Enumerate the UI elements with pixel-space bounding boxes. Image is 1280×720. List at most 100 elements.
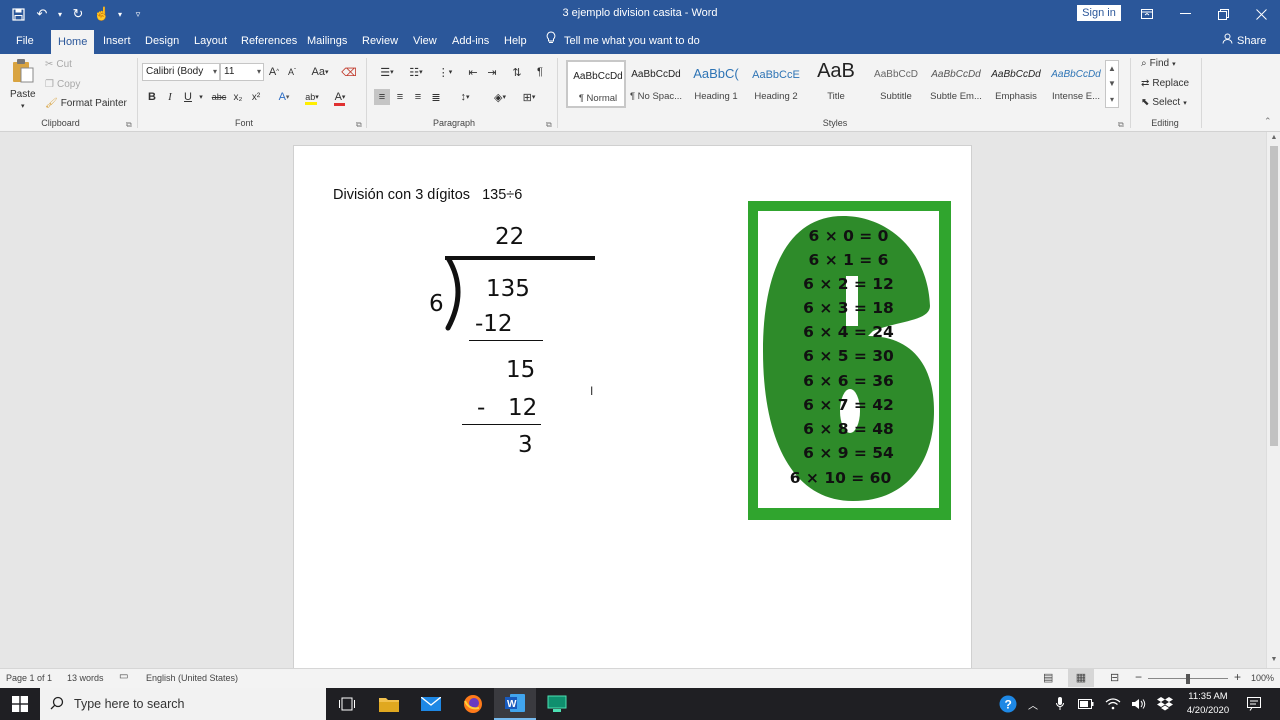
more-styles-icon[interactable]: ▾: [1110, 95, 1114, 104]
highlight-button[interactable]: ab ▾: [300, 89, 324, 105]
underline-dropdown-icon[interactable]: ▾: [196, 89, 206, 105]
style-normal[interactable]: AaBbCcDd ¶ Normal: [566, 60, 626, 108]
chevron-up-icon[interactable]: ︿: [1024, 688, 1042, 720]
volume-icon[interactable]: [1129, 688, 1149, 720]
share-button[interactable]: Share: [1222, 28, 1266, 54]
superscript-button[interactable]: x²: [248, 89, 264, 105]
microphone-icon[interactable]: [1050, 688, 1070, 720]
font-size-combo[interactable]: 11 ▾: [220, 63, 264, 81]
firefox-icon[interactable]: [452, 688, 494, 720]
tab-file[interactable]: File: [9, 28, 41, 54]
file-explorer-icon[interactable]: [368, 688, 410, 720]
system-clock[interactable]: 11:35 AM 4/20/2020: [1180, 690, 1236, 718]
tab-references[interactable]: References: [234, 28, 304, 54]
style-title[interactable]: AaB Title: [806, 60, 866, 108]
borders-button[interactable]: ⊞ ▾: [516, 89, 542, 105]
style-subtle-emphasis[interactable]: AaBbCcDd Subtle Em...: [926, 60, 986, 108]
tab-layout[interactable]: Layout: [187, 28, 234, 54]
styles-scrollbar[interactable]: ▲ ▼ ▾: [1105, 60, 1119, 108]
ribbon-display-options-icon[interactable]: [1128, 0, 1166, 28]
restore-icon[interactable]: [1204, 0, 1242, 28]
tab-insert[interactable]: Insert: [96, 28, 138, 54]
vertical-scrollbar[interactable]: ▲ ▼: [1266, 132, 1280, 668]
tab-view[interactable]: View: [406, 28, 444, 54]
scroll-down-icon[interactable]: ▼: [1267, 654, 1280, 666]
text-effects-button[interactable]: A ▾: [272, 89, 296, 105]
screen-recorder-icon[interactable]: [536, 688, 578, 720]
font-dialog-launcher-icon[interactable]: ⧉: [356, 120, 362, 130]
justify-icon[interactable]: ≣: [428, 89, 444, 105]
find-button[interactable]: ⌕ Find ▾: [1141, 58, 1176, 69]
style-subtitle[interactable]: AaBbCcD Subtitle: [866, 60, 926, 108]
clipboard-dialog-launcher-icon[interactable]: ⧉: [126, 120, 132, 130]
web-layout-icon[interactable]: ⊟: [1110, 671, 1119, 684]
numbering-button[interactable]: ☷ ▾: [403, 64, 429, 80]
styles-dialog-launcher-icon[interactable]: ⧉: [1118, 120, 1124, 130]
notifications-icon[interactable]: [1242, 688, 1266, 720]
scroll-up-icon[interactable]: ▲: [1267, 132, 1280, 144]
align-left-icon[interactable]: ≡: [374, 89, 390, 105]
show-formatting-marks-icon[interactable]: ¶: [532, 64, 548, 80]
mail-icon[interactable]: [410, 688, 452, 720]
collapse-ribbon-icon[interactable]: ⌃: [1264, 116, 1272, 127]
tab-mailings[interactable]: Mailings: [300, 28, 354, 54]
grow-font-button[interactable]: A ^: [266, 64, 282, 80]
align-right-icon[interactable]: ≡: [410, 89, 426, 105]
paste-button[interactable]: Paste ▾: [10, 58, 36, 110]
italic-button[interactable]: I: [162, 89, 178, 105]
replace-button[interactable]: ⇄ Replace: [1141, 78, 1189, 89]
multilevel-list-button[interactable]: ⋮ ▾: [432, 64, 458, 80]
taskbar-search-input[interactable]: Type here to search: [40, 688, 326, 720]
tab-add-ins[interactable]: Add-ins: [445, 28, 496, 54]
font-color-button[interactable]: A ▾: [328, 89, 352, 106]
zoom-out-icon[interactable]: −: [1135, 670, 1142, 684]
bullets-button[interactable]: ☰ ▾: [374, 64, 400, 80]
line-spacing-button[interactable]: ↕ ▾: [453, 89, 477, 105]
chevron-down-icon[interactable]: ▼: [1108, 79, 1116, 88]
increase-indent-icon[interactable]: ⇥: [484, 64, 500, 80]
proofing-icon[interactable]: ▭: [119, 671, 128, 682]
copy-button[interactable]: ❐ Copy: [45, 79, 80, 90]
style-intense-emphasis[interactable]: AaBbCcDd Intense E...: [1046, 60, 1106, 108]
task-view-icon[interactable]: [326, 688, 368, 720]
sort-icon[interactable]: ⇅: [509, 64, 525, 80]
style-no-spacing[interactable]: AaBbCcDd ¶ No Spac...: [626, 60, 686, 108]
page-count[interactable]: Page 1 of 1: [6, 673, 52, 683]
document-page[interactable]: División con 3 dígitos 135÷6 22 6 135 -1…: [293, 145, 972, 668]
zoom-slider-thumb[interactable]: [1186, 674, 1190, 684]
close-icon[interactable]: [1242, 0, 1280, 28]
change-case-button[interactable]: Aa ▾: [308, 64, 332, 80]
scrollbar-thumb[interactable]: [1270, 146, 1278, 446]
select-button[interactable]: ⬉ Select ▾: [1141, 97, 1187, 108]
print-layout-icon[interactable]: ▦: [1068, 669, 1094, 687]
zoom-in-icon[interactable]: +: [1234, 670, 1241, 684]
clear-formatting-icon[interactable]: ⌫: [341, 64, 357, 80]
windows-start-icon[interactable]: [0, 688, 40, 720]
battery-icon[interactable]: [1076, 688, 1096, 720]
format-painter-button[interactable]: 🖌 Format Painter: [45, 98, 127, 109]
decrease-indent-icon[interactable]: ⇤: [465, 64, 481, 80]
font-name-combo[interactable]: Calibri (Body ▾: [142, 63, 220, 81]
style-emphasis[interactable]: AaBbCcDd Emphasis: [986, 60, 1046, 108]
tab-review[interactable]: Review: [355, 28, 405, 54]
cut-button[interactable]: ✂ Cut: [45, 59, 72, 70]
dropbox-icon[interactable]: [1155, 688, 1175, 720]
language[interactable]: English (United States): [146, 673, 238, 683]
strikethrough-button[interactable]: abc: [208, 89, 230, 105]
chevron-up-icon[interactable]: ▲: [1108, 64, 1116, 73]
underline-button[interactable]: U: [180, 89, 196, 105]
tab-design[interactable]: Design: [138, 28, 186, 54]
shading-button[interactable]: ◈ ▾: [488, 89, 512, 105]
paragraph-dialog-launcher-icon[interactable]: ⧉: [546, 120, 552, 130]
wifi-icon[interactable]: [1103, 688, 1123, 720]
sign-in-button[interactable]: Sign in: [1077, 5, 1121, 21]
style-heading-1[interactable]: AaBbC( Heading 1: [686, 60, 746, 108]
tell-me-search[interactable]: Tell me what you want to do: [546, 28, 700, 54]
shrink-font-button[interactable]: Aˇ: [284, 64, 300, 80]
help-icon[interactable]: ?: [996, 688, 1020, 720]
word-app-icon[interactable]: W: [494, 688, 536, 720]
bold-button[interactable]: B: [144, 89, 160, 105]
tab-home[interactable]: Home: [51, 30, 95, 54]
word-count[interactable]: 13 words: [67, 673, 104, 683]
tab-help[interactable]: Help: [497, 28, 534, 54]
